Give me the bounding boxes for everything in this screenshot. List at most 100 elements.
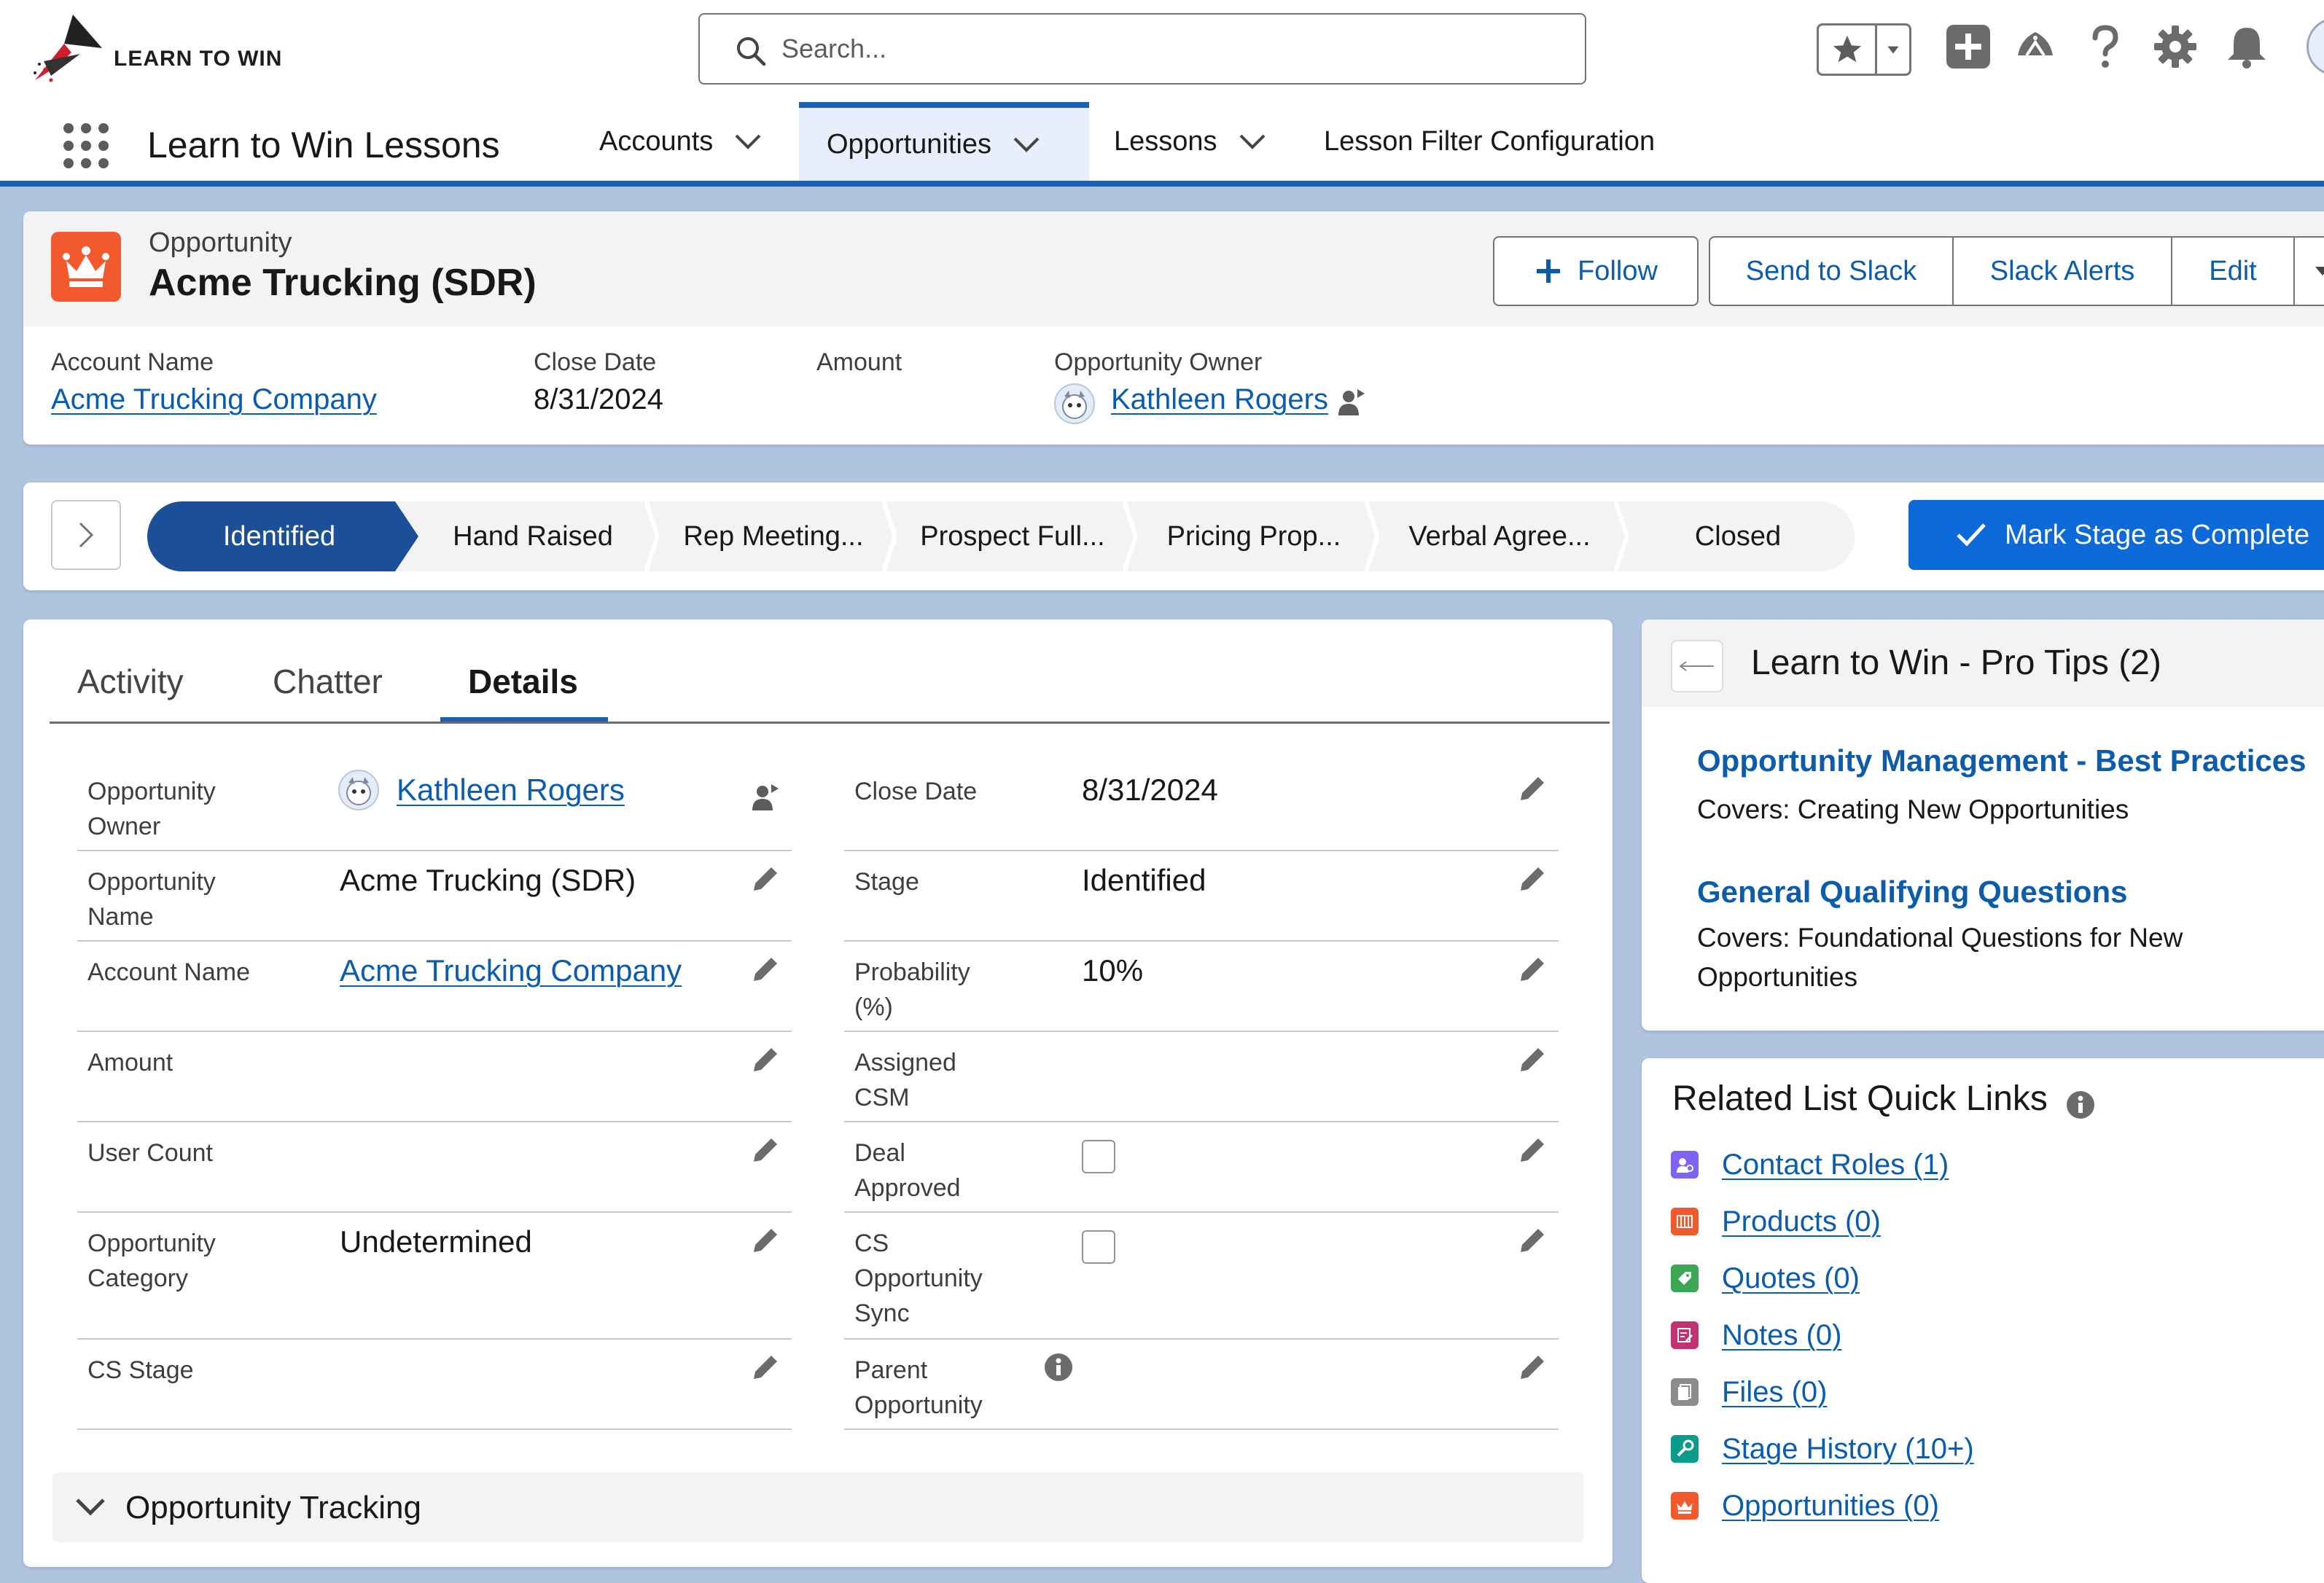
- notifications-button[interactable]: [2220, 20, 2273, 73]
- global-actions-button[interactable]: [1942, 20, 1994, 73]
- nav-tab-lesson-filter-configuration[interactable]: Lesson Filter Configuration: [1324, 102, 1655, 181]
- tip-description: Covers: Creating New Opportunities: [1697, 794, 2129, 824]
- path-expand-button[interactable]: [51, 500, 121, 570]
- info-icon[interactable]: [1044, 1353, 1073, 1382]
- field-deal-approved: Deal Approved: [844, 1122, 1559, 1213]
- quick-link-opportunities[interactable]: Opportunities (0): [1671, 1484, 1939, 1528]
- avatar[interactable]: [2307, 17, 2324, 76]
- tip-title-link[interactable]: General Qualifying Questions: [1697, 875, 2127, 910]
- section-opportunity-tracking[interactable]: Opportunity Tracking: [52, 1472, 1583, 1542]
- search-icon: [737, 37, 766, 66]
- highlight-account-name-link[interactable]: Acme Trucking Company: [51, 383, 377, 416]
- edit-pencil-icon[interactable]: [1515, 771, 1550, 806]
- chevron-down-icon[interactable]: [733, 133, 763, 150]
- deal-approved-checkbox[interactable]: [1082, 1140, 1115, 1173]
- info-icon[interactable]: [2066, 1090, 2095, 1119]
- search-input[interactable]: [780, 31, 1545, 67]
- edit-pencil-icon[interactable]: [748, 952, 783, 987]
- more-actions-button[interactable]: [2293, 236, 2324, 306]
- path-stage-pricing-prop[interactable]: Pricing Prop...: [1137, 501, 1370, 571]
- nav-tab-lessons[interactable]: Lessons: [1114, 102, 1267, 181]
- logo[interactable]: LEARN TO WIN: [29, 10, 299, 90]
- edit-pencil-icon[interactable]: [1515, 1133, 1550, 1168]
- learn-to-win-logo-icon: [1671, 640, 1723, 692]
- quick-link-notes[interactable]: Notes (0): [1671, 1313, 1842, 1357]
- chevron-down-icon: [1887, 46, 1899, 54]
- highlight-label-amount: Amount: [816, 348, 902, 376]
- field-opportunity-name: Opportunity Name Acme Trucking (SDR): [77, 851, 792, 942]
- global-header: LEARN TO WIN: [0, 0, 2324, 102]
- field-label: Amount: [87, 1049, 173, 1076]
- account-name-link[interactable]: Acme Trucking Company: [340, 953, 682, 988]
- tab-details[interactable]: Details: [468, 662, 578, 701]
- cs-opportunity-sync-checkbox[interactable]: [1082, 1230, 1115, 1264]
- products-icon: [1671, 1208, 1699, 1235]
- favorites-button-group: [1817, 23, 1911, 76]
- gear-icon: [2154, 26, 2196, 68]
- quick-link-files[interactable]: Files (0): [1671, 1370, 1827, 1414]
- send-to-slack-button[interactable]: Send to Slack: [1709, 236, 1954, 306]
- edit-pencil-icon[interactable]: [748, 861, 783, 896]
- pro-tips-title: Learn to Win - Pro Tips (2): [1751, 644, 2161, 682]
- path-stage-hand-raised[interactable]: Hand Raised: [417, 501, 649, 571]
- highlight-close-date: 8/31/2024: [534, 383, 663, 415]
- trailhead-button[interactable]: [2009, 20, 2062, 73]
- nav-tab-label: Accounts: [599, 125, 714, 157]
- arrow-left-icon: [1679, 661, 1714, 671]
- help-button[interactable]: [2079, 20, 2132, 73]
- highlight-label-account-name: Account Name: [51, 348, 214, 376]
- quick-link-contact-roles[interactable]: Contact Roles (1): [1671, 1143, 1949, 1187]
- chevron-down-icon[interactable]: [1238, 133, 1267, 150]
- nav-tab-label: Lessons: [1114, 125, 1217, 157]
- edit-pencil-icon[interactable]: [748, 1350, 783, 1385]
- nav-tab-opportunities[interactable]: Opportunities: [799, 102, 1089, 181]
- chevron-down-icon: [76, 1498, 105, 1516]
- edit-pencil-icon[interactable]: [1515, 1042, 1550, 1077]
- tab-activity[interactable]: Activity: [77, 662, 184, 701]
- field-value: Identified: [1082, 863, 1206, 897]
- global-search[interactable]: [698, 13, 1586, 85]
- edit-pencil-icon[interactable]: [748, 1133, 783, 1168]
- path-stage-closed[interactable]: Closed: [1629, 501, 1847, 571]
- related-list-quick-links-card: Related List Quick Links Contact Roles (…: [1642, 1058, 2324, 1583]
- contact-roles-icon: [1671, 1151, 1699, 1179]
- owner-link[interactable]: Kathleen Rogers: [397, 773, 625, 808]
- path-stage-verbal-agree[interactable]: Verbal Agree...: [1379, 501, 1620, 571]
- app-launcher-icon[interactable]: [60, 120, 112, 172]
- slack-alerts-button[interactable]: Slack Alerts: [1952, 236, 2172, 306]
- edit-pencil-icon[interactable]: [1515, 1223, 1550, 1258]
- edit-pencil-icon[interactable]: [748, 1042, 783, 1077]
- quick-link-stage-history[interactable]: Stage History (10+): [1671, 1427, 1974, 1471]
- edit-pencil-icon[interactable]: [1515, 1350, 1550, 1385]
- favorite-star-button[interactable]: [1819, 26, 1877, 74]
- change-owner-icon[interactable]: [1337, 386, 1366, 418]
- tab-chatter[interactable]: Chatter: [273, 662, 383, 701]
- field-close-date: Close Date 8/31/2024: [844, 761, 1559, 851]
- send-to-slack-label: Send to Slack: [1745, 255, 1917, 286]
- mark-stage-complete-button[interactable]: Mark Stage as Complete: [1908, 500, 2324, 570]
- edit-pencil-icon[interactable]: [748, 1223, 783, 1258]
- follow-button[interactable]: Follow: [1493, 236, 1699, 306]
- path-stage-identified[interactable]: Identified: [147, 501, 411, 571]
- quick-link-quotes[interactable]: Quotes (0): [1671, 1256, 1860, 1300]
- edit-pencil-icon[interactable]: [1515, 861, 1550, 896]
- tip-description: Covers: Foundational Questions for New O…: [1697, 923, 2183, 992]
- field-label: User Count: [87, 1139, 213, 1167]
- crown-icon: [63, 246, 109, 287]
- highlight-owner-link[interactable]: Kathleen Rogers: [1111, 383, 1328, 416]
- favorites-menu-button[interactable]: [1877, 26, 1909, 74]
- owner-avatar: [1054, 383, 1095, 424]
- tip-title-link[interactable]: Opportunity Management - Best Practices: [1697, 743, 2307, 778]
- edit-pencil-icon[interactable]: [1515, 952, 1550, 987]
- nav-tab-accounts[interactable]: Accounts: [599, 102, 763, 181]
- quick-link-products[interactable]: Products (0): [1671, 1200, 1881, 1243]
- field-probability: Probability (%) 10%: [844, 942, 1559, 1032]
- change-owner-icon[interactable]: [751, 781, 780, 813]
- path-stage-prospect-full[interactable]: Prospect Full...: [897, 501, 1128, 571]
- setup-button[interactable]: [2149, 20, 2202, 73]
- path-stage-rep-meeting[interactable]: Rep Meeting...: [659, 501, 888, 571]
- chevron-down-icon[interactable]: [1012, 136, 1041, 153]
- edit-button[interactable]: Edit: [2171, 236, 2295, 306]
- quick-link-label: Opportunities (0): [1722, 1489, 1939, 1522]
- quick-link-label: Notes (0): [1722, 1318, 1842, 1351]
